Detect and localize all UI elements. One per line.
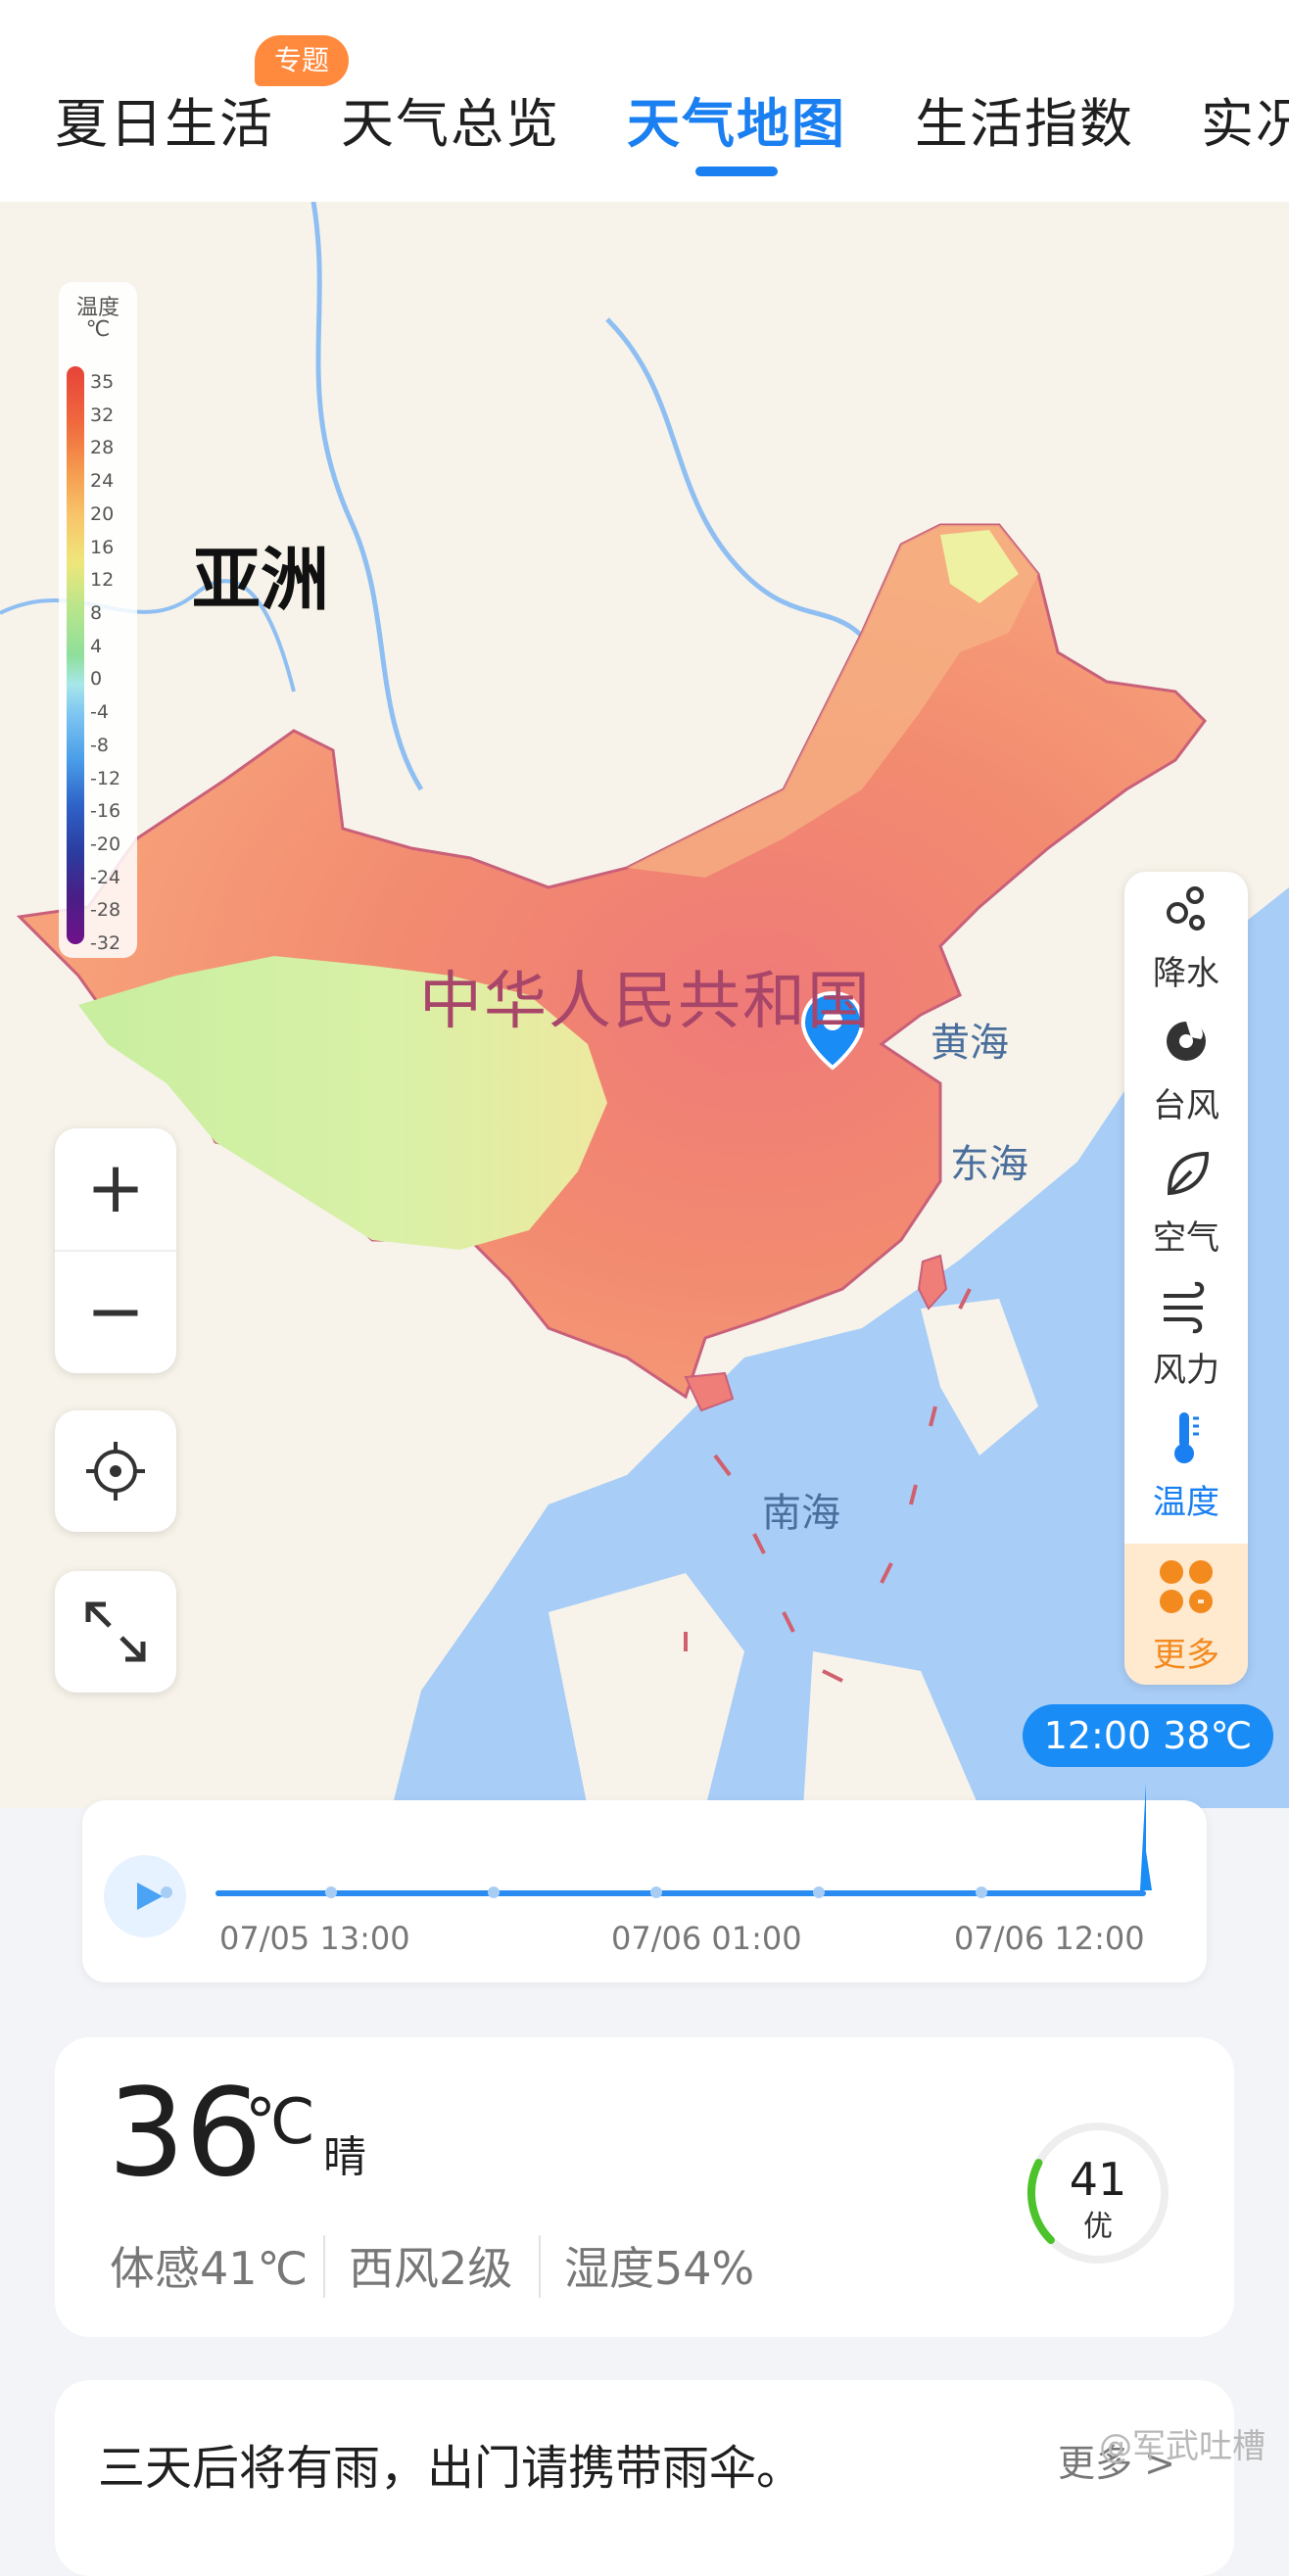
temperature-legend: 温度 ℃ 35 32 28 24 20 16 12 8 4 0 -4 -8 -12 -16 -20 -24 -2… xyxy=(59,282,137,958)
tab-weather-map[interactable]: 天气地图 xyxy=(627,80,846,158)
layer-wind[interactable]: 风力 xyxy=(1124,1268,1248,1401)
zoom-control: + − xyxy=(55,1128,176,1373)
island-philippines xyxy=(921,1299,1038,1455)
legend-tick-label: -4 xyxy=(90,701,109,724)
layer-precipitation[interactable]: 降水 xyxy=(1124,872,1248,1004)
layer-typhoon[interactable]: 台风 xyxy=(1124,1004,1248,1136)
layer-label: 降水 xyxy=(1153,954,1219,993)
tab-life-index[interactable]: 生活指数 xyxy=(915,80,1134,158)
current-weather-card[interactable]: 36 ℃ 晴 体感41℃ 西风2级 湿度54% 41 优 xyxy=(55,2037,1234,2337)
legend-tick-label: 28 xyxy=(90,437,115,459)
timeline-label-end: 07/06 12:00 xyxy=(954,1920,1145,1957)
legend-tick-label: 32 xyxy=(90,404,115,426)
zoom-in-button[interactable]: + xyxy=(55,1128,176,1250)
timeline-card: 07/05 13:00 07/06 01:00 07/06 12:00 xyxy=(82,1783,1207,1982)
humidity: 湿度54% xyxy=(564,2242,755,2295)
legend-tick-label: 0 xyxy=(90,668,103,691)
sea-label-south: 南海 xyxy=(762,1491,840,1536)
sea-label-east: 东海 xyxy=(950,1142,1028,1187)
timeline-track[interactable] xyxy=(215,1890,1146,1896)
timeline-progress xyxy=(215,1890,1146,1896)
layer-air[interactable]: 空气 xyxy=(1124,1136,1248,1268)
tab-weather-overview[interactable]: 天气总览 xyxy=(341,80,560,158)
legend-tick-label: -32 xyxy=(90,932,121,955)
top-tab-bar: 夏日生活 专题 天气总览 天气地图 生活指数 实况 xyxy=(0,0,1289,202)
more-grid-icon xyxy=(1160,1560,1213,1613)
land-borneo xyxy=(549,1573,744,1808)
layer-label: 温度 xyxy=(1153,1483,1219,1522)
layer-label: 空气 xyxy=(1153,1218,1219,1258)
typhoon-icon xyxy=(1167,1022,1206,1061)
tab-summer-life[interactable]: 夏日生活 xyxy=(55,80,274,158)
map-layer-panel: 降水 台风 空气 风力 温度 更多 xyxy=(1124,872,1248,1685)
layer-label: 台风 xyxy=(1153,1086,1219,1125)
watermark: @军武吐槽 xyxy=(1099,2427,1265,2466)
timeline-tick xyxy=(488,1886,500,1898)
aqi-level: 优 xyxy=(1083,2210,1113,2244)
fullscreen-button[interactable] xyxy=(55,1571,176,1693)
play-button[interactable] xyxy=(104,1855,186,1937)
active-tab-indicator xyxy=(695,167,778,176)
current-temperature: 36 xyxy=(108,2063,263,2204)
weather-map[interactable]: 亚洲 中华人民共和国 黄海 东海 南海 温度 ℃ 35 32 28 24 20 16 12 8… xyxy=(0,202,1289,1808)
legend-tick-label: 16 xyxy=(90,536,115,558)
legend-tick-label: 12 xyxy=(90,569,115,592)
legend-tick-label: 4 xyxy=(90,635,103,657)
layer-label: 更多 xyxy=(1153,1636,1219,1675)
weather-condition: 晴 xyxy=(323,2132,366,2182)
feels-like: 体感41℃ xyxy=(110,2242,309,2295)
timeline-label-mid: 07/06 01:00 xyxy=(611,1920,802,1957)
air-leaf-icon xyxy=(1167,1151,1210,1196)
wind-level: 西风2级 xyxy=(349,2242,513,2295)
timeline-tick xyxy=(161,1886,172,1898)
precipitation-icon xyxy=(1167,886,1205,930)
timeline-tick xyxy=(813,1886,825,1898)
zoom-out-button[interactable]: − xyxy=(55,1252,176,1373)
legend-tick-label: -20 xyxy=(90,833,121,855)
locate-button[interactable] xyxy=(55,1410,176,1532)
crosshair-icon xyxy=(86,1442,145,1501)
country-label: 中华人民共和国 xyxy=(419,966,872,1038)
continent-label: 亚洲 xyxy=(192,540,329,620)
legend-tick-label: 24 xyxy=(90,470,115,493)
layer-label: 风力 xyxy=(1153,1351,1219,1390)
legend-color-bar xyxy=(67,366,84,944)
legend-tick-label: -16 xyxy=(90,800,121,823)
legend-tick-label: -8 xyxy=(90,734,109,756)
island-taiwan xyxy=(917,1254,948,1311)
rain-notice-text: 三天后将有雨，出门请携带雨伞。 xyxy=(98,2441,804,2496)
layer-more[interactable]: 更多 xyxy=(1124,1544,1248,1685)
divider xyxy=(539,2235,541,2298)
timeline-tick xyxy=(325,1886,337,1898)
timeline-tick xyxy=(650,1886,662,1898)
legend-tick-label: -12 xyxy=(90,767,121,789)
divider xyxy=(323,2235,325,2298)
thermometer-icon xyxy=(1174,1412,1199,1463)
legend-tick-label: -24 xyxy=(90,866,121,888)
legend-tick-label: 8 xyxy=(90,601,103,624)
legend-tick-label: 20 xyxy=(90,502,115,525)
wind-icon xyxy=(1164,1281,1205,1334)
expand-icon xyxy=(85,1601,146,1662)
sea-label-yellow: 黄海 xyxy=(931,1021,1009,1066)
tab-live[interactable]: 实况 xyxy=(1201,80,1289,158)
current-time-temp-badge: 12:00 38℃ xyxy=(1023,1704,1273,1767)
legend-unit: ℃ xyxy=(85,317,111,342)
timeline-handle[interactable] xyxy=(1138,1783,1154,1898)
legend-tick-label: 35 xyxy=(90,371,115,393)
rain-notice-card[interactable]: 三天后将有雨，出门请携带雨伞。 更多 > xyxy=(55,2380,1234,2576)
topic-badge: 专题 xyxy=(255,35,349,86)
aqi-value: 41 xyxy=(1069,2153,1127,2206)
timeline-tick xyxy=(976,1886,987,1898)
legend-tick-label: -28 xyxy=(90,899,121,922)
layer-temperature[interactable]: 温度 xyxy=(1124,1401,1248,1533)
timeline-label-start: 07/05 13:00 xyxy=(219,1920,410,1957)
temperature-unit: ℃ xyxy=(245,2086,315,2159)
